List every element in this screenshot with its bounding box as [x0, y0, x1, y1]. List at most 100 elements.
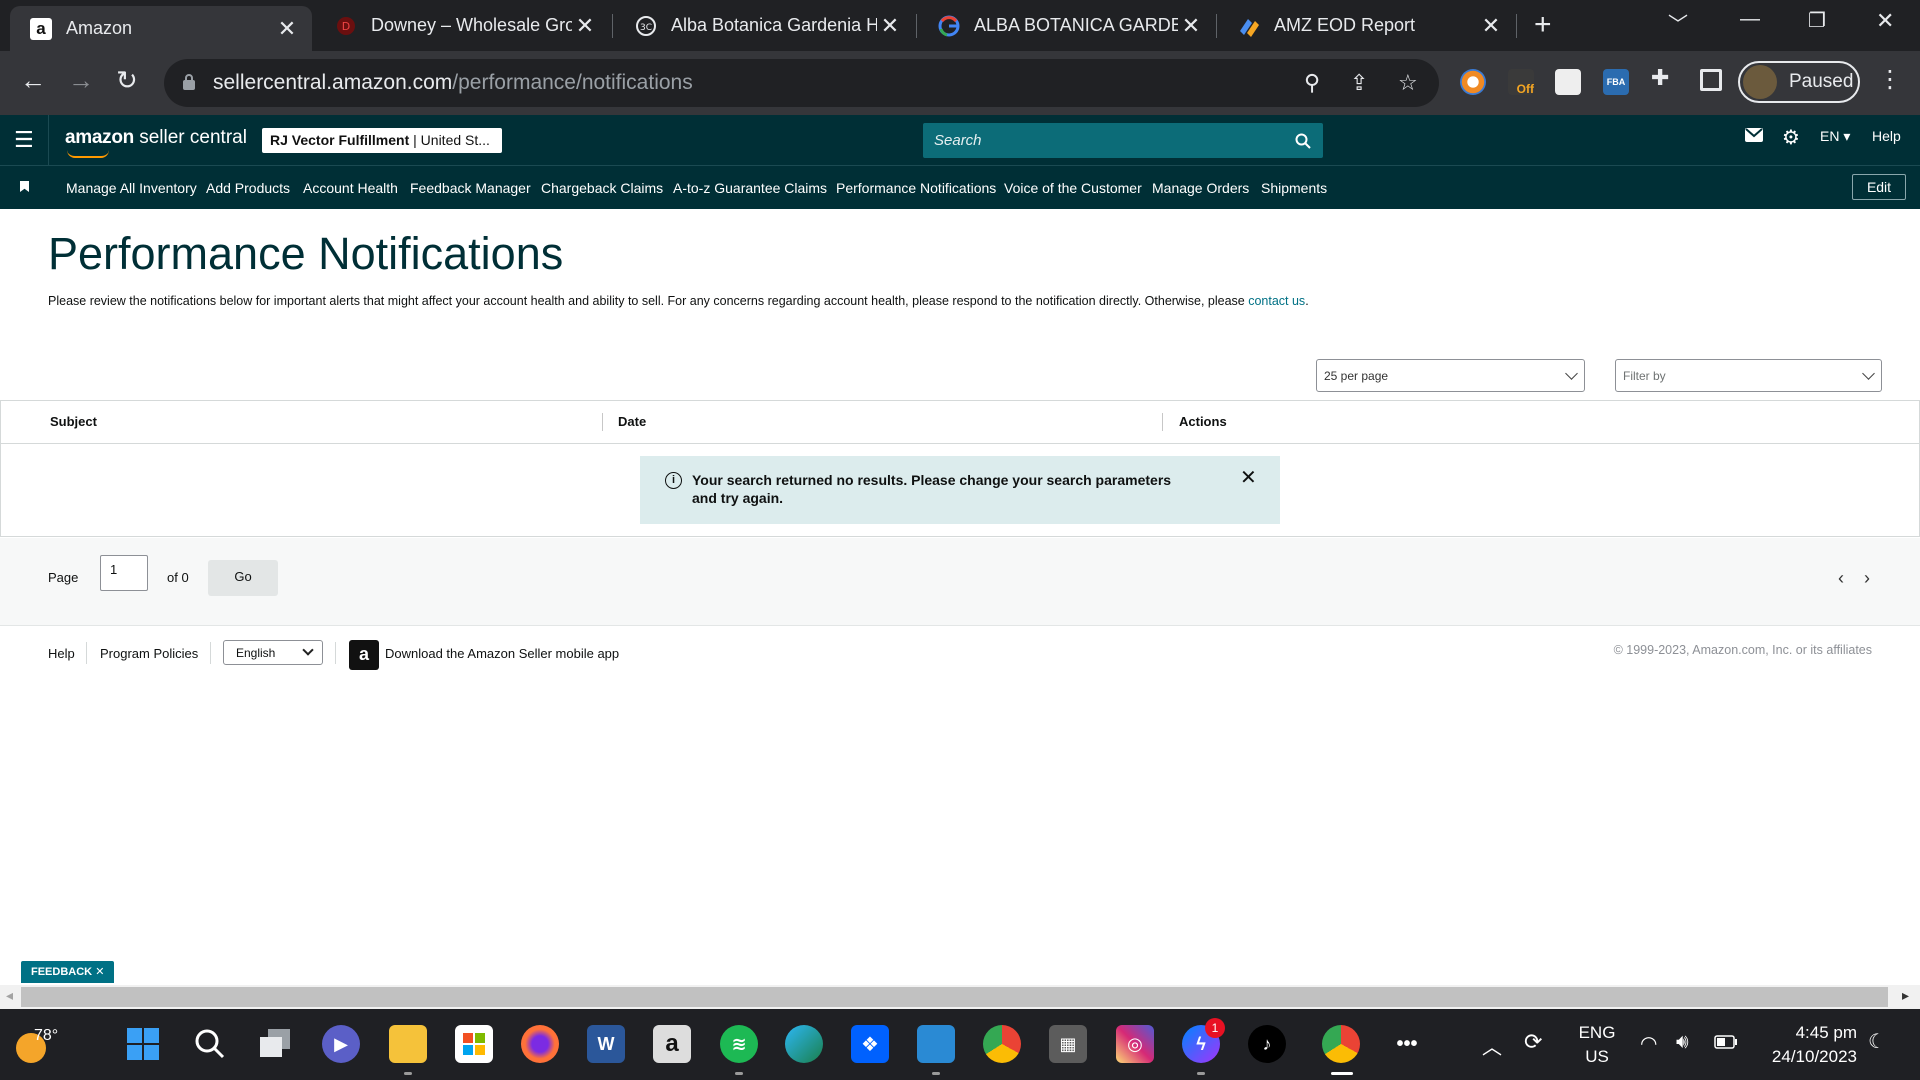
previous-page-icon[interactable]: ‹: [1838, 568, 1844, 589]
account-switcher[interactable]: RJ Vector Fulfillment | United St...: [262, 128, 502, 153]
tiktok-icon[interactable]: ♪: [1248, 1025, 1286, 1063]
close-tab-icon[interactable]: ✕: [572, 13, 598, 39]
chrome-profile-icon[interactable]: [983, 1025, 1021, 1063]
windows-start-icon[interactable]: [124, 1025, 162, 1063]
footer-help-link[interactable]: Help: [48, 646, 75, 661]
hamburger-menu-icon[interactable]: ☰: [14, 127, 34, 153]
edge-icon[interactable]: [785, 1025, 823, 1063]
system-clock[interactable]: 4:45 pm 24/10/2023: [1757, 1021, 1857, 1069]
extension-off-icon[interactable]: Off: [1508, 69, 1534, 96]
extension-fba-icon[interactable]: FBA: [1603, 69, 1629, 95]
remote-desktop-icon[interactable]: [917, 1025, 955, 1063]
extension-circle-icon[interactable]: [1460, 69, 1486, 95]
nav-chargeback-claims[interactable]: Chargeback Claims: [541, 180, 663, 196]
close-tab-icon[interactable]: ✕: [1478, 13, 1504, 39]
feedback-button[interactable]: FEEDBACK ✕: [21, 961, 115, 983]
edit-nav-button[interactable]: Edit: [1852, 174, 1906, 200]
contact-us-link[interactable]: contact us: [1248, 294, 1305, 308]
tab-alba-botanica[interactable]: 3C Alba Botanica Gardenia H ✕: [615, 0, 915, 51]
help-link[interactable]: Help: [1872, 128, 1901, 144]
search-button[interactable]: [1283, 123, 1323, 158]
new-tab-plus-icon[interactable]: +: [1534, 8, 1552, 42]
battery-icon[interactable]: [1714, 1035, 1738, 1080]
tab-search-chevron-icon[interactable]: ﹀: [1668, 8, 1688, 37]
nav-feedback-manager[interactable]: Feedback Manager: [410, 180, 531, 196]
browser-menu-icon[interactable]: ⋮: [1878, 65, 1902, 94]
address-bar[interactable]: sellercentral.amazon.com/performance/not…: [164, 59, 1439, 107]
side-panel-icon[interactable]: [1700, 69, 1722, 91]
scroll-right-icon[interactable]: ▸: [1902, 987, 1909, 1004]
horizontal-scrollbar[interactable]: ◂ ▸: [0, 985, 1920, 1009]
footer-language-select[interactable]: English: [223, 640, 323, 665]
mail-icon[interactable]: [1745, 128, 1763, 147]
back-arrow-icon[interactable]: ←: [20, 65, 46, 96]
calculator-icon[interactable]: ▦: [1049, 1025, 1087, 1063]
close-tab-icon[interactable]: ✕: [877, 13, 903, 39]
scrollbar-thumb[interactable]: [21, 987, 1888, 1007]
program-policies-link[interactable]: Program Policies: [100, 646, 198, 661]
volume-icon[interactable]: 🔊︎: [1676, 1031, 1689, 1080]
search-input[interactable]: [923, 123, 1283, 158]
next-page-icon[interactable]: ›: [1864, 568, 1870, 589]
per-page-select[interactable]: 25 per page: [1316, 359, 1585, 392]
share-icon[interactable]: ⇪: [1350, 70, 1368, 96]
tab-downey[interactable]: D Downey – Wholesale Gro ✕: [315, 0, 610, 51]
tab-amazon[interactable]: a Amazon ✕: [10, 6, 312, 51]
close-tab-icon[interactable]: ✕: [274, 16, 300, 42]
minimize-icon[interactable]: —: [1740, 8, 1760, 31]
extensions-puzzle-icon[interactable]: ✚: [1651, 65, 1677, 91]
nav-voice-of-customer[interactable]: Voice of the Customer: [1004, 180, 1142, 196]
close-window-icon[interactable]: ✕: [1876, 8, 1894, 34]
show-hidden-icons-chevron-icon[interactable]: ︿: [1482, 1031, 1502, 1080]
chrome-icon[interactable]: [1322, 1025, 1360, 1063]
bookmark-star-icon[interactable]: ☆: [1398, 70, 1418, 96]
zoom-icon[interactable]: ⚲: [1304, 70, 1320, 96]
spotify-icon[interactable]: ≋: [720, 1025, 758, 1063]
sync-icon[interactable]: ⟳: [1524, 1029, 1542, 1080]
scroll-left-icon[interactable]: ◂: [6, 987, 13, 1004]
tab-google-search[interactable]: ALBA BOTANICA GARDEN ✕: [918, 0, 1216, 51]
profile-button[interactable]: Paused: [1738, 61, 1860, 103]
reload-icon[interactable]: ↻: [116, 65, 138, 96]
nav-add-products[interactable]: Add Products: [206, 180, 290, 196]
firefox-icon[interactable]: [521, 1025, 559, 1063]
microsoft-store-icon[interactable]: [455, 1025, 493, 1063]
go-button[interactable]: Go: [208, 560, 278, 596]
tab-amz-eod-report[interactable]: AMZ EOD Report ✕: [1218, 0, 1516, 51]
close-icon[interactable]: ✕: [1240, 468, 1257, 488]
tab-separator: [916, 14, 917, 38]
forward-arrow-icon[interactable]: →: [68, 65, 94, 96]
taskbar-search-icon[interactable]: [191, 1025, 229, 1063]
bookmark-icon[interactable]: [20, 181, 29, 192]
task-view-icon[interactable]: [257, 1025, 295, 1063]
more-apps-icon[interactable]: •••: [1388, 1025, 1426, 1063]
column-actions: Actions: [1179, 414, 1227, 429]
instagram-icon[interactable]: ◎: [1116, 1025, 1154, 1063]
settings-gear-icon[interactable]: ⚙: [1782, 125, 1800, 150]
extension-login-icon[interactable]: [1555, 69, 1581, 95]
nav-shipments[interactable]: Shipments: [1261, 180, 1327, 196]
restore-icon[interactable]: ❐: [1808, 8, 1826, 33]
download-app-link[interactable]: Download the Amazon Seller mobile app: [385, 646, 619, 661]
column-subject[interactable]: Subject: [50, 414, 97, 429]
file-explorer-icon[interactable]: [389, 1025, 427, 1063]
close-icon[interactable]: ✕: [95, 966, 104, 978]
nav-account-health[interactable]: Account Health: [303, 180, 398, 196]
language-selector[interactable]: EN ▾: [1820, 128, 1850, 145]
column-date[interactable]: Date: [618, 414, 646, 429]
nav-manage-orders[interactable]: Manage Orders: [1152, 180, 1249, 196]
nav-a-to-z-claims[interactable]: A-to-z Guarantee Claims: [673, 180, 827, 196]
dropbox-icon[interactable]: ❖: [851, 1025, 889, 1063]
notifications-icon[interactable]: ☾: [1868, 1029, 1886, 1080]
wifi-icon[interactable]: ◠: [1640, 1031, 1657, 1080]
page-number-input[interactable]: 1: [100, 555, 148, 591]
amazon-app-taskbar-icon[interactable]: a: [653, 1025, 691, 1063]
nav-performance-notifications[interactable]: Performance Notifications: [836, 180, 996, 196]
word-icon[interactable]: W: [587, 1025, 625, 1063]
teams-chat-icon[interactable]: ▶: [322, 1025, 360, 1063]
close-tab-icon[interactable]: ✕: [1178, 13, 1204, 39]
seller-central-logo[interactable]: amazon seller central: [65, 127, 247, 158]
nav-manage-all-inventory[interactable]: Manage All Inventory: [66, 180, 197, 196]
input-language[interactable]: ENG US: [1578, 1021, 1616, 1069]
filter-select[interactable]: Filter by: [1615, 359, 1882, 392]
